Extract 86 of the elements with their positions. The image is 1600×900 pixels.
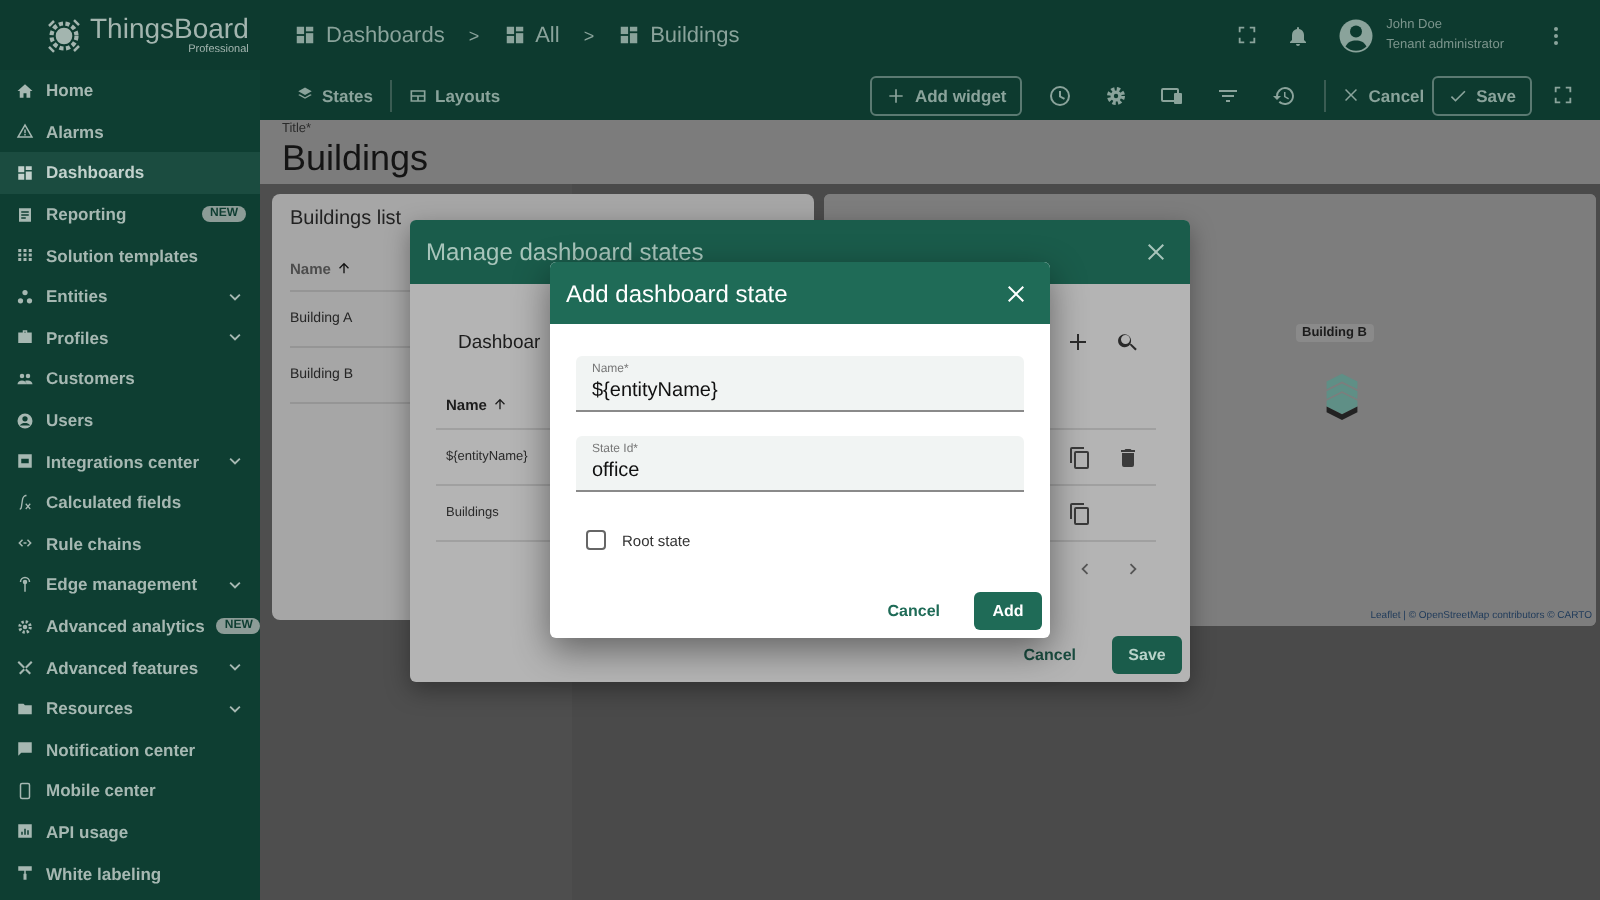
cancel-button[interactable]: Cancel [875, 600, 952, 622]
history-icon[interactable] [1272, 83, 1297, 107]
chart-icon [16, 822, 34, 841]
sort-arrow-icon [492, 396, 509, 412]
gear-icon [16, 617, 34, 636]
sidebar-item[interactable]: White labeling [0, 852, 260, 894]
devices-icon[interactable] [1160, 83, 1185, 107]
sidebar-item[interactable]: Solution templates [0, 234, 260, 276]
dialog-title: Manage dashboard states [426, 238, 704, 266]
field-value: office [592, 458, 642, 484]
brush-icon [16, 864, 34, 883]
box-icon [16, 452, 34, 471]
states-button[interactable]: States [288, 75, 382, 115]
save-button[interactable]: Save [1432, 75, 1532, 115]
breadcrumb-link[interactable]: Dashboards [294, 23, 445, 47]
fullscreen-icon[interactable] [1236, 24, 1259, 46]
copy-icon[interactable] [1068, 501, 1092, 525]
sidebar-item[interactable]: Users [0, 399, 260, 441]
sidebar-item[interactable]: Calculated fields [0, 481, 260, 524]
copy-icon[interactable] [1068, 445, 1092, 469]
phone-icon [16, 781, 34, 800]
check-icon [1448, 85, 1469, 105]
checkbox[interactable] [586, 530, 606, 550]
layouts-button[interactable]: Layouts [399, 75, 509, 115]
avatar-icon[interactable] [1338, 17, 1375, 53]
sidebar-item[interactable]: Home [0, 70, 260, 112]
grid-icon [618, 24, 641, 46]
sidebar-item[interactable]: Edge management [0, 564, 260, 606]
message-icon [16, 740, 34, 759]
sort-arrow-icon [336, 260, 353, 276]
sidebar-item[interactable]: Notification center [0, 729, 260, 771]
add-button[interactable]: Add [974, 592, 1042, 630]
cancel-button[interactable]: Cancel [1334, 75, 1433, 115]
add-widget-button[interactable]: Add widget [870, 75, 1023, 115]
close-icon[interactable] [1144, 240, 1168, 264]
sidebar-item[interactable]: Customers [0, 358, 260, 400]
breadcrumb-separator: > [468, 25, 480, 45]
warning-icon [16, 122, 34, 141]
curve-icon [16, 493, 34, 512]
briefcase-icon [16, 328, 34, 347]
breadcrumb-link[interactable]: All [503, 23, 560, 47]
person-icon [16, 411, 34, 430]
field-value: ${entityName} [592, 378, 720, 404]
sidebar-item[interactable]: Profiles [0, 317, 260, 359]
delete-icon[interactable] [1116, 445, 1140, 469]
layers-icon [296, 86, 314, 104]
hierarchy-icon [16, 287, 34, 306]
settings-icon[interactable] [1104, 83, 1129, 107]
clock-icon[interactable] [1048, 83, 1073, 107]
folder-icon [16, 699, 34, 718]
section-heading: Dashboar [458, 331, 541, 353]
logo-icon[interactable] [44, 15, 84, 55]
brand-name: ThingsBoard [90, 14, 249, 44]
cancel-button[interactable]: Cancel [1011, 644, 1088, 666]
sidebar-item[interactable]: API usage [0, 811, 260, 853]
breadcrumb-link[interactable]: Buildings [618, 23, 740, 47]
sidebar-item[interactable]: Advanced features [0, 646, 260, 688]
plus-icon[interactable] [1066, 330, 1090, 354]
grid-icon [294, 24, 316, 46]
dialog-title: Add dashboard state [566, 279, 788, 307]
dashboard-title: Buildings [282, 138, 431, 180]
tower-icon [16, 575, 34, 594]
breadcrumb-separator: > [583, 25, 595, 45]
grid-icon [16, 163, 34, 182]
sidebar-item[interactable]: Integrations center [0, 440, 260, 482]
sidebar-item[interactable]: Entities [0, 275, 260, 318]
home-icon [16, 81, 34, 100]
close-icon [1342, 86, 1361, 104]
layout-icon [407, 85, 428, 105]
plus-icon [886, 85, 907, 105]
close-icon[interactable] [1004, 281, 1028, 305]
people-icon [16, 369, 34, 388]
notifications-icon[interactable] [1286, 23, 1311, 47]
report-icon [16, 205, 34, 224]
fullscreen-icon[interactable] [1552, 84, 1574, 106]
save-button[interactable]: Save [1112, 636, 1182, 674]
tools-icon [16, 658, 34, 677]
sidebar-item[interactable]: Mobile center [0, 770, 260, 812]
widget-title: Buildings list [290, 208, 404, 230]
sidebar-item[interactable]: Rule chains [0, 523, 260, 565]
sidebar-item[interactable]: Alarms [0, 111, 260, 153]
list-icon [16, 246, 34, 265]
search-icon[interactable] [1116, 330, 1140, 354]
sidebar-item[interactable]: Dashboards [0, 152, 260, 194]
sidebar-item[interactable]: Resources [0, 687, 260, 729]
grid-icon [503, 24, 526, 46]
